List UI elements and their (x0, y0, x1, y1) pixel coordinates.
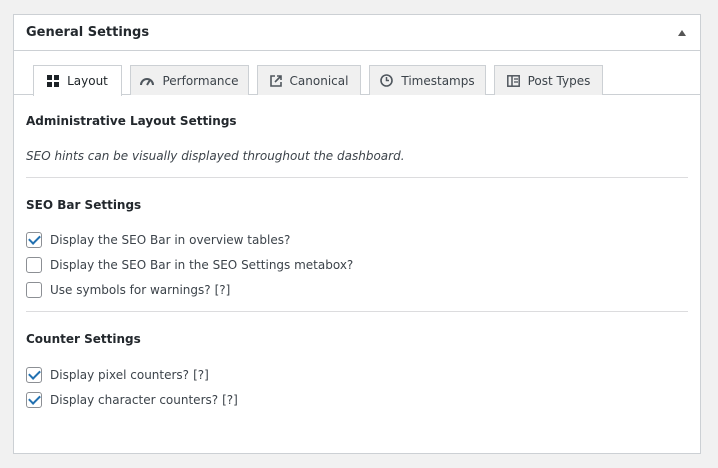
option-seo-bar-metabox[interactable]: Display the SEO Bar in the SEO Settings … (26, 252, 688, 277)
dashboard-icon (140, 75, 155, 87)
clock-icon (380, 74, 394, 87)
checkbox[interactable] (26, 231, 42, 248)
admin-layout-description: SEO hints can be visually displayed thro… (26, 149, 405, 163)
help-link[interactable]: [?] (215, 283, 231, 297)
checkbox[interactable] (26, 281, 42, 298)
tab-canonical[interactable]: Canonical (257, 65, 361, 95)
divider (26, 177, 688, 178)
panel-header[interactable]: General Settings (14, 15, 700, 51)
help-link[interactable]: [?] (193, 368, 209, 382)
external-link-icon (269, 74, 282, 87)
tab-label: Layout (67, 74, 108, 88)
tab-label: Post Types (527, 73, 591, 88)
checkbox[interactable] (26, 366, 42, 383)
tab-performance[interactable]: Performance (130, 65, 249, 95)
seo-bar-heading: SEO Bar Settings (26, 198, 142, 212)
panel-title: General Settings (26, 25, 150, 40)
option-label: Display pixel counters? (50, 367, 190, 382)
option-pixel-counters[interactable]: Display pixel counters? [?] (26, 362, 688, 387)
tab-layout[interactable]: Layout (33, 65, 122, 96)
layout-icon (506, 74, 520, 87)
option-label: Use symbols for warnings? (50, 282, 211, 297)
help-link[interactable]: [?] (222, 393, 238, 407)
tab-timestamps[interactable]: Timestamps (369, 65, 486, 95)
checkbox[interactable] (26, 256, 42, 273)
general-settings-panel: General Settings Layout Performance Cano… (13, 14, 701, 454)
option-character-counters[interactable]: Display character counters? [?] (26, 387, 688, 412)
counter-settings-heading: Counter Settings (26, 332, 141, 346)
option-label: Display the SEO Bar in overview tables? (50, 232, 291, 247)
triangle-up-icon[interactable] (678, 29, 686, 36)
admin-layout-heading: Administrative Layout Settings (26, 114, 237, 128)
option-seo-bar-overview[interactable]: Display the SEO Bar in overview tables? (26, 227, 688, 252)
tab-post-types[interactable]: Post Types (494, 65, 603, 95)
divider (26, 311, 688, 312)
option-symbols-warnings[interactable]: Use symbols for warnings? [?] (26, 277, 688, 302)
option-label: Display character counters? (50, 392, 219, 407)
grid-icon (47, 75, 60, 87)
option-label: Display the SEO Bar in the SEO Settings … (50, 257, 354, 272)
seo-bar-options: Display the SEO Bar in overview tables? … (26, 227, 688, 302)
tab-content-layout: Administrative Layout Settings SEO hints… (14, 95, 700, 412)
checkbox[interactable] (26, 391, 42, 408)
tab-label: Timestamps (401, 73, 475, 88)
tab-label: Canonical (289, 73, 349, 88)
tab-label: Performance (162, 73, 239, 88)
settings-tabs: Layout Performance Canonical Timestamps … (14, 51, 700, 96)
counter-options: Display pixel counters? [?] Display char… (26, 362, 688, 412)
